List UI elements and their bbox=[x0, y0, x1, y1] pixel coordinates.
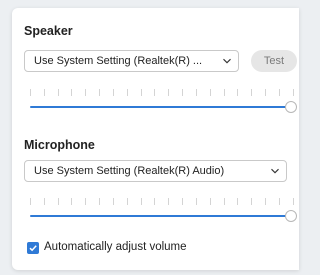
auto-adjust-label[interactable]: Automatically adjust volume bbox=[44, 241, 187, 253]
speaker-volume-track[interactable] bbox=[30, 106, 286, 108]
microphone-device-select[interactable]: Use System Setting (Realtek(R) Audio) bbox=[24, 160, 287, 182]
test-button[interactable]: Test bbox=[251, 50, 297, 72]
microphone-title: Microphone bbox=[24, 138, 95, 152]
microphone-volume-thumb[interactable] bbox=[285, 210, 297, 222]
chevron-down-icon bbox=[223, 58, 231, 64]
microphone-volume-track[interactable] bbox=[30, 215, 286, 217]
auto-adjust-checkbox[interactable] bbox=[27, 242, 39, 254]
microphone-level-meter bbox=[30, 198, 294, 206]
check-icon bbox=[29, 245, 37, 252]
audio-settings-panel: Speaker Use System Setting (Realtek(R) .… bbox=[12, 8, 299, 270]
chevron-down-icon bbox=[271, 168, 279, 174]
speaker-device-value: Use System Setting (Realtek(R) ... bbox=[34, 55, 203, 67]
speaker-title: Speaker bbox=[24, 24, 73, 38]
speaker-level-meter bbox=[30, 89, 294, 97]
speaker-device-select[interactable]: Use System Setting (Realtek(R) ... bbox=[24, 50, 239, 72]
speaker-volume-thumb[interactable] bbox=[285, 101, 297, 113]
microphone-device-value: Use System Setting (Realtek(R) Audio) bbox=[34, 165, 225, 177]
